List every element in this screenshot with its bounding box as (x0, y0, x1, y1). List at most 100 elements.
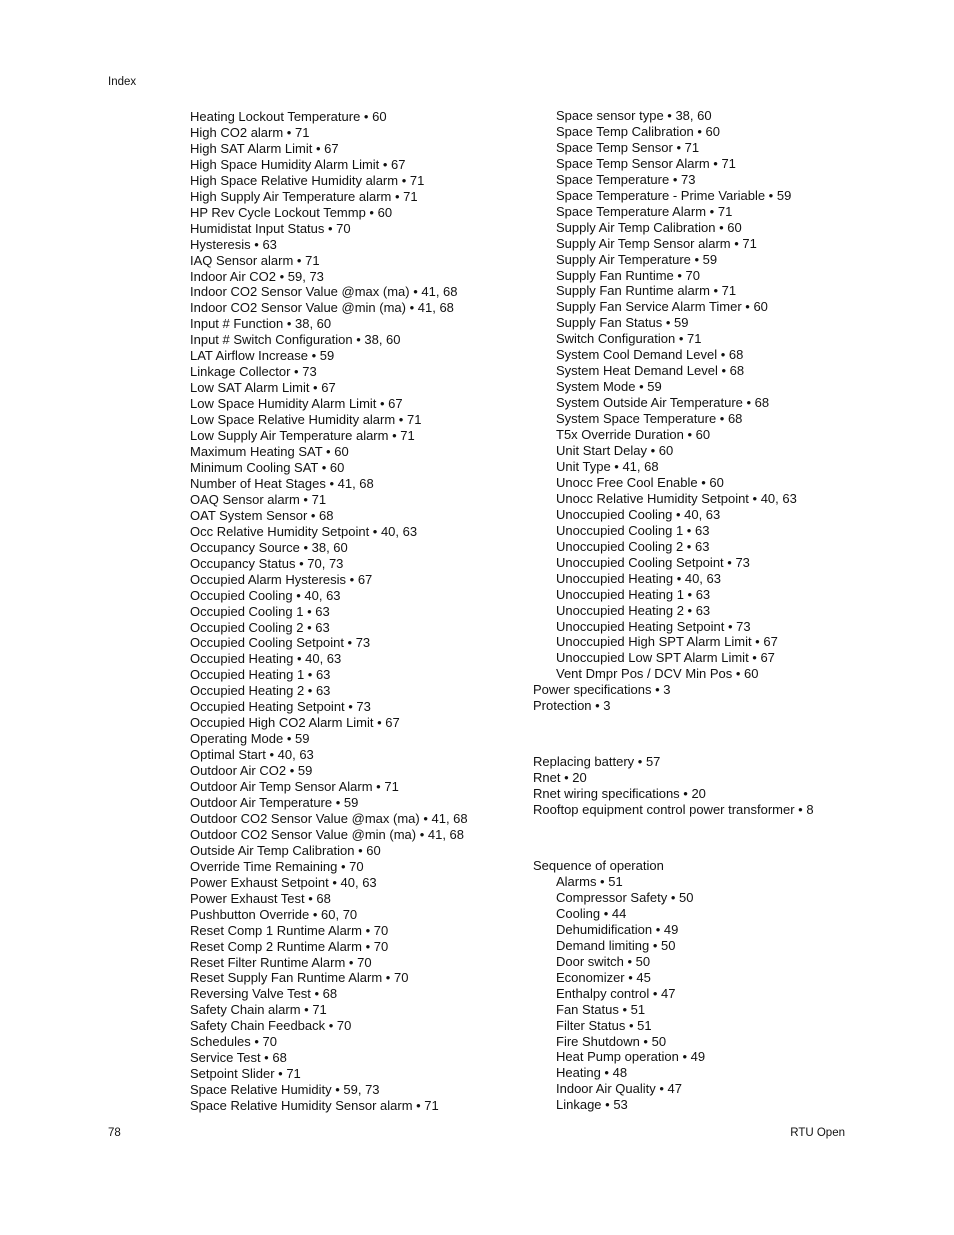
index-subentry: Space Temp Sensor Alarm • 71 (556, 155, 736, 171)
index-subentry: Vent Dmpr Pos / DCV Min Pos • 60 (556, 666, 759, 682)
index-subentry: Switch Configuration • 71 (556, 331, 702, 347)
index-subentry: Cooling • 44 (556, 905, 627, 921)
index-subentry: Supply Air Temp Sensor alarm • 71 (556, 235, 757, 251)
index-subentry: Unocc Relative Humidity Setpoint • 40, 6… (556, 490, 797, 506)
index-entry: Occupied Cooling Setpoint • 73 (190, 635, 371, 651)
index-entry: Safety Chain alarm • 71 (190, 1002, 327, 1018)
index-subentry: Space Temp Calibration • 60 (556, 123, 721, 139)
index-subentry: Unoccupied High SPT Alarm Limit • 67 (556, 634, 778, 650)
index-entry: Outdoor Air Temperature • 59 (190, 794, 359, 810)
index-entry: Linkage Collector • 73 (190, 364, 317, 380)
index-subentry: Door switch • 50 (556, 953, 651, 969)
index-entry: Schedules • 70 (190, 1034, 277, 1050)
index-entry: Input # Switch Configuration • 38, 60 (190, 332, 401, 348)
index-subentry: Unoccupied Heating • 40, 63 (556, 570, 721, 586)
index-entry: OAT System Sensor • 68 (190, 507, 334, 523)
index-entry: Protection • 3 (533, 698, 611, 714)
index-entry: Low Supply Air Temperature alarm • 71 (190, 428, 415, 444)
index-entry: Reset Comp 1 Runtime Alarm • 70 (190, 922, 389, 938)
index-entry: Outdoor CO2 Sensor Value @max (ma) • 41,… (190, 810, 468, 826)
index-subentry: Space Temperature - Prime Variable • 59 (556, 187, 792, 203)
index-entry: Low SAT Alarm Limit • 67 (190, 380, 336, 396)
index-subentry: Compressor Safety • 50 (556, 889, 694, 905)
index-entry: High Space Humidity Alarm Limit • 67 (190, 156, 406, 172)
index-entry: High Space Relative Humidity alarm • 71 (190, 172, 425, 188)
index-entry: Outside Air Temp Calibration • 60 (190, 842, 381, 858)
index-entry: Low Space Humidity Alarm Limit • 67 (190, 396, 403, 412)
index-entry: Occupancy Status • 70, 73 (190, 555, 344, 571)
index-entry: IAQ Sensor alarm • 71 (190, 252, 320, 268)
index-subentry: Indoor Air Quality • 47 (556, 1081, 682, 1097)
index-subentry: Unit Start Delay • 60 (556, 443, 674, 459)
index-subentry: Space sensor type • 38, 60 (556, 108, 712, 123)
index-entry: Occupied High CO2 Alarm Limit • 67 (190, 715, 400, 731)
index-entry: Number of Heat Stages • 41, 68 (190, 475, 374, 491)
index-entry: Indoor CO2 Sensor Value @min (ma) • 41, … (190, 300, 454, 316)
index-entry: Optimal Start • 40, 63 (190, 747, 314, 763)
index-entry: Pushbutton Override • 60, 70 (190, 906, 358, 922)
index-entry: OAQ Sensor alarm • 71 (190, 491, 327, 507)
index-entry: Outdoor Air Temp Sensor Alarm • 71 (190, 779, 399, 795)
index-subentry: Supply Fan Service Alarm Timer • 60 (556, 299, 768, 315)
index-entry: Occupied Heating • 40, 63 (190, 651, 342, 667)
index-subentry: Unoccupied Heating 2 • 63 (556, 602, 711, 618)
index-entry: Replacing battery • 57 (533, 754, 661, 770)
index-subentry: System Heat Demand Level • 68 (556, 363, 745, 379)
running-header: Index (108, 76, 137, 88)
index-subentry: Unocc Free Cool Enable • 60 (556, 474, 724, 490)
index-entry: Occupied Cooling • 40, 63 (190, 587, 341, 603)
index-entry: Occupied Cooling 1 • 63 (190, 603, 330, 619)
index-subentry: Unoccupied Heating 1 • 63 (556, 586, 711, 602)
index-entry: Rnet • 20 (533, 770, 587, 786)
index-entry: LAT Airflow Increase • 59 (190, 348, 335, 364)
index-entry: Power specifications • 3 (533, 682, 671, 698)
page-number: 78 (108, 1127, 121, 1139)
index-subentry: Linkage • 53 (556, 1097, 628, 1113)
index-entry: Reset Supply Fan Runtime Alarm • 70 (190, 970, 409, 986)
index-subentry: Heating • 48 (556, 1065, 628, 1081)
index-entry: Rnet wiring specifications • 20 (533, 786, 706, 802)
continued-subentries: Space sensor type • 38, 60 Space Temp Cal… (533, 108, 814, 682)
index-subentry: Supply Air Temp Calibration • 60 (556, 219, 742, 235)
index-subentry: Unoccupied Cooling Setpoint • 73 (556, 554, 750, 570)
index-entry: Safety Chain Feedback • 70 (190, 1018, 352, 1034)
index-entry: Service Test • 68 (190, 1050, 287, 1066)
index-entry: HP Rev Cycle Lockout Temmp • 60 (190, 204, 393, 220)
index-subentry: System Mode • 59 (556, 379, 662, 395)
index-heading-sequence-of-operation: Sequence of operation (533, 858, 664, 874)
index-subentry: Unit Type • 41, 68 (556, 458, 659, 474)
index-subentry: Fan Status • 51 (556, 1001, 646, 1017)
index-entry: Operating Mode • 59 (190, 731, 310, 747)
index-subentry: System Cool Demand Level • 68 (556, 347, 744, 363)
index-column-right: Space sensor type • 38, 60 Space Temp Cal… (533, 108, 814, 1113)
index-subentry: Heat Pump operation • 49 (556, 1049, 706, 1065)
index-subentry: Supply Fan Runtime alarm • 71 (556, 283, 737, 299)
index-subentry: Enthalpy control • 47 (556, 985, 676, 1001)
index-entry: Occupied Heating 1 • 63 (190, 667, 331, 683)
index-entry: Override Time Remaining • 70 (190, 858, 364, 874)
document-title: RTU Open (790, 1127, 845, 1139)
index-column-left: Heating Lockout Temperature • 60 High CO2… (190, 109, 468, 1114)
index-entry: Reversing Valve Test • 68 (190, 986, 338, 1002)
index-subentry: Unoccupied Cooling • 40, 63 (556, 506, 721, 522)
index-subentry: Unoccupied Cooling 1 • 63 (556, 522, 710, 538)
index-entry: Occupied Alarm Hysteresis • 67 (190, 571, 373, 587)
index-subentry: Filter Status • 51 (556, 1017, 652, 1033)
index-subentry: Fire Shutdown • 50 (556, 1033, 667, 1049)
index-entry: Low Space Relative Humidity alarm • 71 (190, 412, 422, 428)
index-entry: Heating Lockout Temperature • 60 (190, 109, 387, 124)
index-subentry: Space Temperature • 73 (556, 171, 696, 187)
index-subentry: Supply Fan Status • 59 (556, 315, 689, 331)
index-entry: Occupied Heating Setpoint • 73 (190, 699, 371, 715)
index-entry: Humidistat Input Status • 70 (190, 220, 351, 236)
index-entry: High SAT Alarm Limit • 67 (190, 140, 339, 156)
index-entry: Setpoint Slider • 71 (190, 1066, 301, 1082)
index-subentry: Unoccupied Heating Setpoint • 73 (556, 618, 751, 634)
index-entry: Hysteresis • 63 (190, 236, 277, 252)
index-entry: Input # Function • 38, 60 (190, 316, 332, 332)
index-subentry: T5x Override Duration • 60 (556, 427, 711, 443)
index-entry: High CO2 alarm • 71 (190, 124, 310, 140)
index-subentry: Dehumidification • 49 (556, 921, 679, 937)
index-entry: Outdoor Air CO2 • 59 (190, 763, 313, 779)
